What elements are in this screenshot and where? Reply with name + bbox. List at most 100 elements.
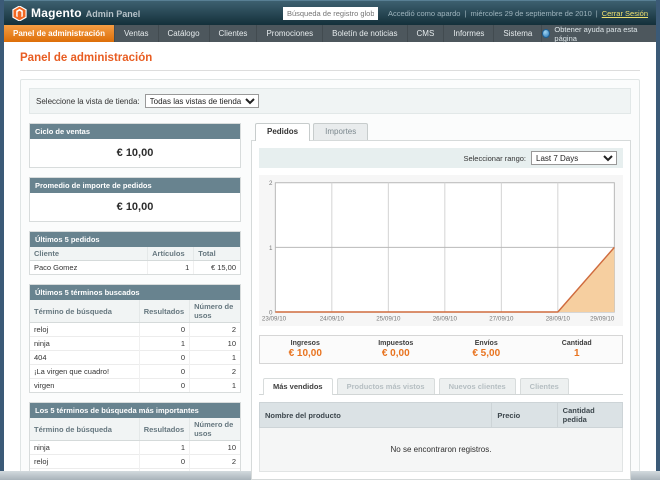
tab-pedidos[interactable]: Pedidos	[255, 123, 311, 141]
cell-results: 0	[138, 322, 190, 337]
stat-ingresos: Ingresos € 10,00	[260, 336, 351, 363]
cell-term[interactable]: 404	[30, 350, 140, 365]
cell-items: 1	[147, 260, 194, 274]
logout-link[interactable]: Cerrar Sesión	[602, 9, 648, 18]
cell-term[interactable]: reloj	[30, 322, 140, 337]
column-header: Cliente	[30, 247, 148, 261]
main-nav: Panel de administración Ventas Catálogo …	[4, 25, 656, 43]
cell-uses: 1	[189, 378, 240, 392]
stat-cantidad: Cantidad 1	[532, 336, 623, 363]
last-orders-widget: Últimos 5 pedidos Cliente Artículos Tota…	[29, 231, 241, 275]
stat-envios: Envíos € 5,00	[441, 336, 532, 363]
table-row[interactable]: ¡La virgen que cuadro! 0 2	[30, 364, 240, 379]
cell-term[interactable]: ninja	[30, 440, 140, 455]
cell-uses: 2	[189, 364, 240, 379]
tab-importes[interactable]: Importes	[313, 123, 369, 140]
products-tabs: Más vendidos Productos más vistos Nuevos…	[259, 378, 623, 396]
cell-term[interactable]: virgen	[30, 378, 140, 392]
stat-value: € 10,00	[288, 348, 322, 360]
window-frame: Magento Admin Panel Accedió como apardo …	[0, 0, 660, 480]
column-header: Total	[193, 247, 240, 261]
nav-item-system[interactable]: Sistema	[494, 25, 543, 42]
help-link[interactable]: Obtener ayuda para esta página	[542, 25, 656, 43]
empty-grid-message: No se encontraron registros.	[259, 428, 623, 473]
table-row[interactable]: Paco Gomez 1 € 15,00	[30, 260, 240, 274]
column-header: Nombre del producto	[258, 402, 493, 429]
sales-cycle-title: Ciclo de ventas	[30, 124, 240, 139]
table-row[interactable]: reloj 0 2	[30, 454, 240, 469]
store-view-row: Seleccione la vista de tienda: Todas las…	[29, 88, 631, 114]
sales-cycle-widget: Ciclo de ventas € 10,00	[29, 123, 241, 168]
brand-suffix: Admin Panel	[85, 9, 141, 19]
cell-term[interactable]: reloj	[30, 454, 140, 469]
table-row[interactable]: ninja 1 10	[30, 440, 240, 455]
chart-tabs: Pedidos Importes	[251, 123, 631, 141]
chart-panel: Seleccionar rango: Last 7 Days 0 1 2 23/09/…	[251, 140, 631, 480]
cell-term[interactable]: ninja	[30, 336, 140, 351]
tab-productos-mas-vistos[interactable]: Productos más vistos	[336, 378, 435, 395]
cell-uses: 10	[189, 336, 240, 351]
table-row[interactable]: 404 0 1	[30, 350, 240, 365]
global-search-input[interactable]	[282, 6, 378, 20]
cell-results: 1	[138, 336, 190, 351]
nav-item-reports[interactable]: Informes	[444, 25, 495, 42]
avg-order-widget: Promedio de importe de pedidos € 10,00	[29, 177, 241, 222]
nav-item-newsletter[interactable]: Boletín de noticias	[323, 25, 408, 42]
orders-chart: 0 1 2 23/09/10 24/09/10 25/09/10 26/09/10 27/09…	[259, 175, 623, 327]
column-header: Resultados	[138, 418, 190, 441]
current-date: miércoles 29 de septiembre de 2010	[470, 8, 592, 18]
stat-label: Envíos	[474, 340, 498, 348]
last-orders-table: Cliente Artículos Total Paco Gomez 1 € 1…	[30, 247, 240, 274]
magento-logo[interactable]: Magento Admin Panel	[12, 5, 141, 21]
logged-in-as: Accedió como apardo	[387, 8, 461, 18]
nav-item-dashboard[interactable]: Panel de administración	[4, 25, 116, 42]
totals-bar: Ingresos € 10,00 Impuestos € 0,00 Envíos…	[259, 335, 623, 365]
svg-text:27/09/10: 27/09/10	[489, 316, 514, 323]
nav-item-sales[interactable]: Ventas	[115, 25, 159, 42]
nav-item-promotions[interactable]: Promociones	[257, 25, 324, 42]
tab-mas-vendidos[interactable]: Más vendidos	[263, 378, 333, 396]
avg-order-title: Promedio de importe de pedidos	[30, 178, 240, 193]
range-select[interactable]: Last 7 Days	[531, 151, 617, 165]
stat-label: Ingresos	[290, 340, 320, 348]
avg-order-value: € 10,00	[116, 201, 154, 213]
cell-results: 0	[138, 454, 190, 469]
nav-item-customers[interactable]: Clientes	[210, 25, 258, 42]
svg-text:23/09/10: 23/09/10	[262, 316, 287, 323]
last-orders-title: Últimos 5 pedidos	[30, 232, 240, 247]
svg-text:25/09/10: 25/09/10	[376, 316, 401, 323]
svg-text:29/09/10: 29/09/10	[590, 316, 615, 323]
last-search-terms-table: Término de búsqueda Resultados Número de…	[30, 300, 240, 392]
top-search-terms-widget: Los 5 términos de búsqueda más important…	[29, 402, 241, 480]
cell-uses: 2	[189, 454, 240, 469]
range-label: Seleccionar rango:	[463, 153, 526, 163]
tab-nuevos-clientes[interactable]: Nuevos clientes	[438, 378, 516, 395]
page-content: Panel de administración Seleccione la vi…	[4, 42, 656, 480]
stat-value: € 0,00	[381, 348, 410, 360]
store-view-select[interactable]: Todas las vistas de tienda	[144, 94, 259, 108]
cell-results: 1	[138, 440, 190, 455]
cell-term[interactable]: ¡La virgen que cuadro!	[30, 364, 140, 379]
tab-clientes[interactable]: Clientes	[519, 378, 569, 395]
title-divider	[20, 70, 640, 71]
cell-total: € 15,00	[193, 260, 240, 274]
table-row[interactable]: ninja 1 10	[30, 336, 240, 351]
column-header: Número de usos	[189, 300, 240, 323]
cell-results: 0	[138, 378, 190, 392]
last-search-terms-widget: Últimos 5 términos buscados Término de b…	[29, 284, 241, 393]
stat-label: Cantidad	[561, 340, 592, 348]
nav-item-cms[interactable]: CMS	[408, 25, 445, 42]
brand-name: Magento	[31, 6, 82, 20]
svg-text:26/09/10: 26/09/10	[433, 316, 458, 323]
cell-customer[interactable]: Paco Gomez	[30, 260, 148, 274]
separator: |	[464, 8, 467, 18]
svg-text:28/09/10: 28/09/10	[546, 316, 571, 323]
table-row[interactable]: reloj 0 2	[30, 322, 240, 337]
table-row[interactable]: virgen 0 1	[30, 378, 240, 392]
top-search-terms-title: Los 5 términos de búsqueda más important…	[30, 403, 240, 418]
range-bar: Seleccionar rango: Last 7 Days	[259, 148, 623, 168]
cell-uses: 10	[189, 440, 240, 455]
magento-shield-icon	[12, 5, 27, 21]
stat-impuestos: Impuestos € 0,00	[351, 336, 442, 363]
nav-item-catalog[interactable]: Catálogo	[159, 25, 210, 42]
